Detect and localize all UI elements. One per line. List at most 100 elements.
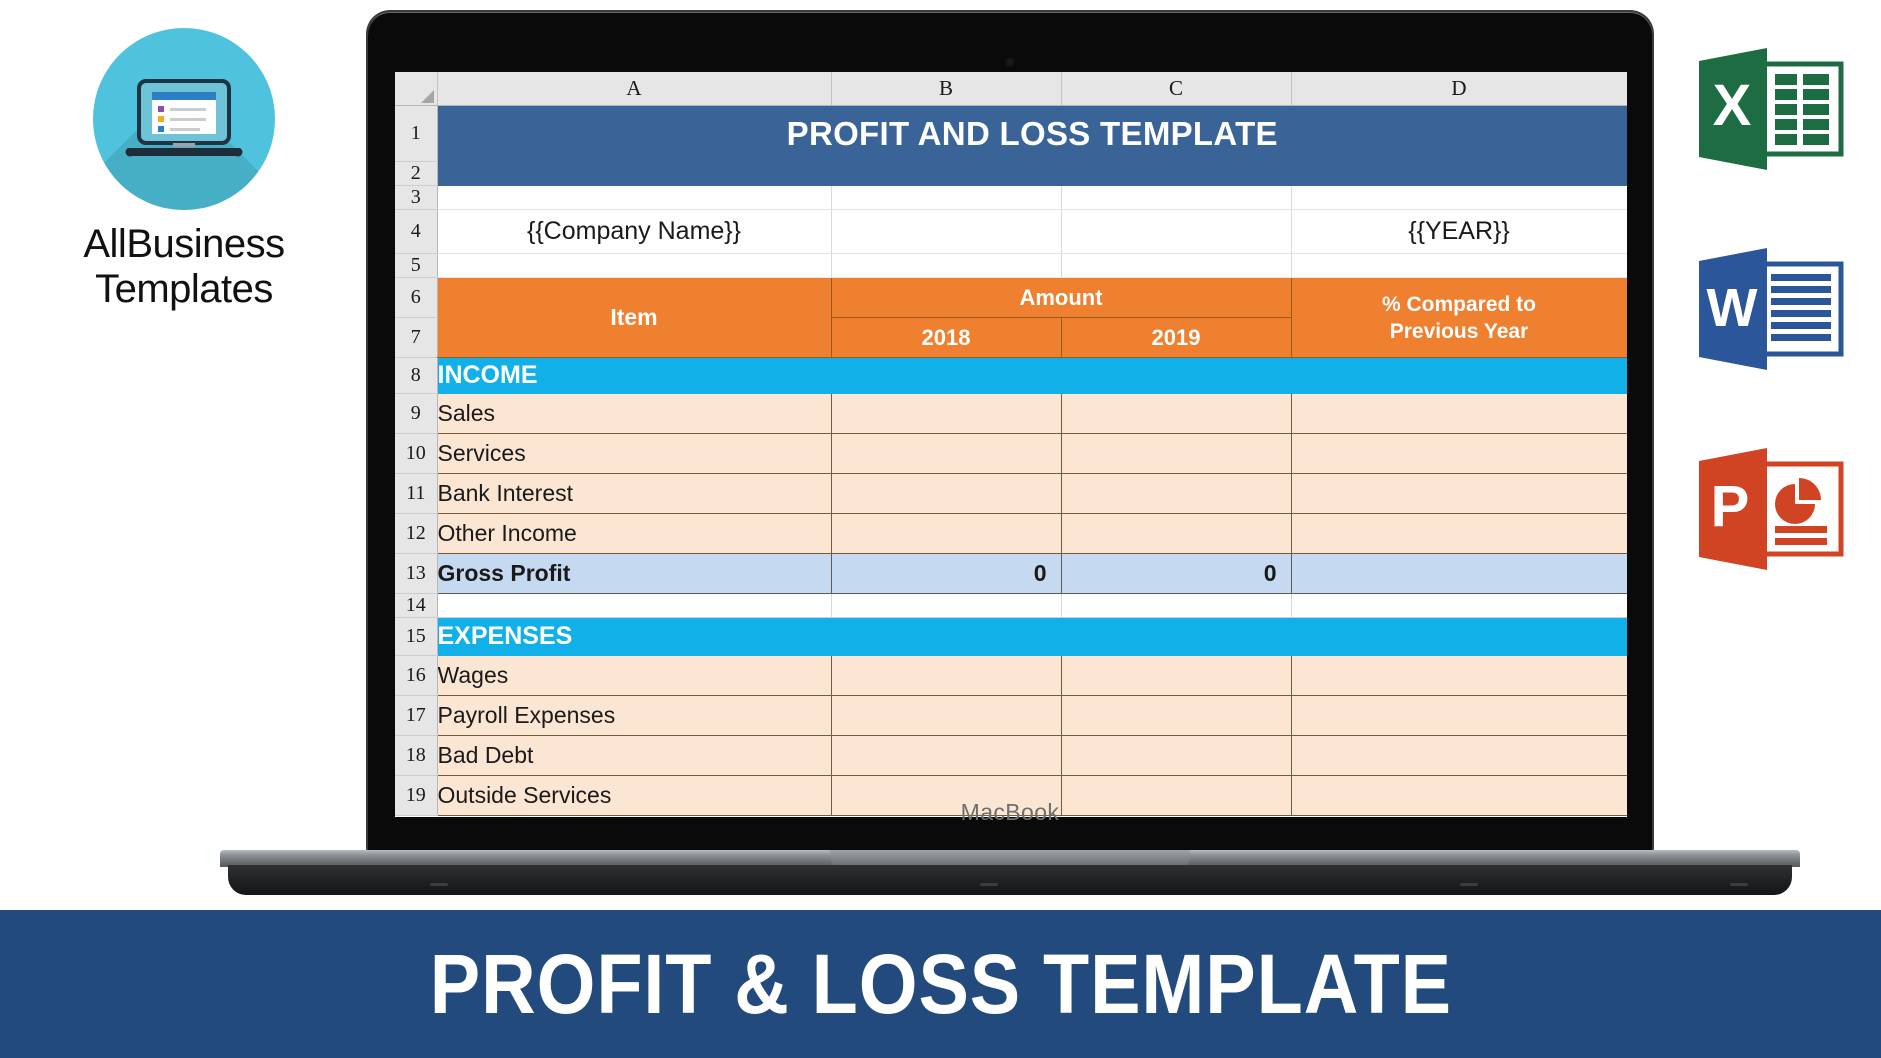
cell-item-bad-debt[interactable]: Bad Debt bbox=[437, 735, 832, 776]
cell-2018-gross-profit[interactable]: 0 bbox=[831, 553, 1062, 594]
cell-a3[interactable] bbox=[437, 185, 832, 210]
cell-d14[interactable] bbox=[1291, 593, 1627, 618]
cell-pct-sales[interactable] bbox=[1291, 393, 1627, 434]
spreadsheet-viewport[interactable]: A B C D 1 PROFIT AND LOSS TEMPLATE 2 3 4… bbox=[395, 72, 1627, 817]
cell-2019-bank-interest[interactable] bbox=[1061, 473, 1292, 514]
cell-pct-gross-profit[interactable] bbox=[1291, 553, 1627, 594]
row-header-3[interactable]: 3 bbox=[395, 185, 438, 210]
cell-2019-services[interactable] bbox=[1061, 433, 1292, 474]
cell-pct-wages[interactable] bbox=[1291, 655, 1627, 696]
table-row: 18 Bad Debt bbox=[395, 735, 1627, 776]
brand-block: AllBusiness Templates bbox=[44, 28, 324, 312]
cell-item-payroll-expenses[interactable]: Payroll Expenses bbox=[437, 695, 832, 736]
row-header-4[interactable]: 4 bbox=[395, 209, 438, 254]
cell-c5[interactable] bbox=[1061, 253, 1292, 278]
cell-pct-payroll-expenses[interactable] bbox=[1291, 695, 1627, 736]
row-header-13[interactable]: 13 bbox=[395, 553, 438, 594]
table-row: 5 bbox=[395, 253, 1627, 278]
row-header-18[interactable]: 18 bbox=[395, 735, 438, 776]
table-row: 12 Other Income bbox=[395, 513, 1627, 554]
cell-2019-gross-profit[interactable]: 0 bbox=[1061, 553, 1292, 594]
allbusiness-logo bbox=[93, 28, 275, 210]
select-all-corner[interactable] bbox=[395, 72, 438, 106]
macbook-model-label: MacBook bbox=[960, 799, 1060, 825]
cell-pct-other-income[interactable] bbox=[1291, 513, 1627, 554]
cell-b5[interactable] bbox=[831, 253, 1062, 278]
cell-pct-services[interactable] bbox=[1291, 433, 1627, 474]
cell-item-other-income[interactable]: Other Income bbox=[437, 513, 832, 554]
header-year-2019: 2019 bbox=[1061, 317, 1292, 358]
table-row: 1 PROFIT AND LOSS TEMPLATE bbox=[395, 105, 1627, 162]
cell-2019-other-income[interactable] bbox=[1061, 513, 1292, 554]
cell-2018-other-income[interactable] bbox=[831, 513, 1062, 554]
cell-item-gross-profit[interactable]: Gross Profit bbox=[437, 553, 832, 594]
table-row: 2 bbox=[395, 161, 1627, 186]
cell-d3[interactable] bbox=[1291, 185, 1627, 210]
header-percent-line2: Previous Year bbox=[1389, 319, 1529, 343]
section-header-row: 8 INCOME bbox=[395, 357, 1627, 394]
cell-item-sales[interactable]: Sales bbox=[437, 393, 832, 434]
row-header-1[interactable]: 1 bbox=[395, 105, 438, 162]
company-name-cell[interactable]: {{Company Name}} bbox=[437, 209, 832, 254]
excel-icon[interactable]: X bbox=[1699, 48, 1849, 170]
header-percent-line1: % Compared to bbox=[1381, 292, 1536, 316]
cell-b3[interactable] bbox=[831, 185, 1062, 210]
cell-2019-sales[interactable] bbox=[1061, 393, 1292, 434]
row-header-9[interactable]: 9 bbox=[395, 393, 438, 434]
table-row: 3 bbox=[395, 185, 1627, 210]
header-percent-compared: % Compared to Previous Year bbox=[1291, 277, 1627, 358]
cell-2018-bad-debt[interactable] bbox=[831, 735, 1062, 776]
row-header-11[interactable]: 11 bbox=[395, 473, 438, 514]
row-header-10[interactable]: 10 bbox=[395, 433, 438, 474]
row-header-6[interactable]: 6 bbox=[395, 277, 438, 318]
cell-pct-bank-interest[interactable] bbox=[1291, 473, 1627, 514]
cell-b4[interactable] bbox=[831, 209, 1062, 254]
table-row: 14 bbox=[395, 593, 1627, 618]
laptop-screen-bezel: A B C D 1 PROFIT AND LOSS TEMPLATE 2 3 4… bbox=[368, 12, 1652, 854]
cell-2019-wages[interactable] bbox=[1061, 655, 1292, 696]
cell-2018-wages[interactable] bbox=[831, 655, 1062, 696]
cell-c14[interactable] bbox=[1061, 593, 1292, 618]
cell-b14[interactable] bbox=[831, 593, 1062, 618]
row-header-14[interactable]: 14 bbox=[395, 593, 438, 618]
cell-pct-bad-debt[interactable] bbox=[1291, 735, 1627, 776]
row-header-2[interactable]: 2 bbox=[395, 161, 438, 186]
cell-2018-sales[interactable] bbox=[831, 393, 1062, 434]
cell-2019-payroll-expenses[interactable] bbox=[1061, 695, 1292, 736]
column-header-d[interactable]: D bbox=[1291, 72, 1627, 106]
row-header-7[interactable]: 7 bbox=[395, 317, 438, 358]
word-icon[interactable]: W bbox=[1699, 248, 1849, 370]
cell-item-bank-interest[interactable]: Bank Interest bbox=[437, 473, 832, 514]
cell-c4[interactable] bbox=[1061, 209, 1292, 254]
spreadsheet-grid[interactable]: A B C D 1 PROFIT AND LOSS TEMPLATE 2 3 4… bbox=[395, 72, 1627, 816]
row-header-17[interactable]: 17 bbox=[395, 695, 438, 736]
cell-item-wages[interactable]: Wages bbox=[437, 655, 832, 696]
row-header-8[interactable]: 8 bbox=[395, 357, 438, 394]
cell-a14[interactable] bbox=[437, 593, 832, 618]
column-header-b[interactable]: B bbox=[831, 72, 1062, 106]
cell-item-services[interactable]: Services bbox=[437, 433, 832, 474]
webcam-icon bbox=[1006, 58, 1014, 66]
section-income: INCOME bbox=[437, 357, 1627, 394]
banner-title: PROFIT & LOSS TEMPLATE bbox=[429, 936, 1452, 1031]
cell-a5[interactable] bbox=[437, 253, 832, 278]
cell-2018-bank-interest[interactable] bbox=[831, 473, 1062, 514]
row-header-12[interactable]: 12 bbox=[395, 513, 438, 554]
year-cell[interactable]: {{YEAR}} bbox=[1291, 209, 1627, 254]
cell-2018-payroll-expenses[interactable] bbox=[831, 695, 1062, 736]
header-item: Item bbox=[437, 277, 832, 358]
brand-name: AllBusiness Templates bbox=[44, 222, 324, 312]
macbook-mockup: A B C D 1 PROFIT AND LOSS TEMPLATE 2 3 4… bbox=[220, 12, 1800, 895]
cell-2019-bad-debt[interactable] bbox=[1061, 735, 1292, 776]
column-header-a[interactable]: A bbox=[437, 72, 832, 106]
row-header-16[interactable]: 16 bbox=[395, 655, 438, 696]
column-header-c[interactable]: C bbox=[1061, 72, 1292, 106]
cell-c3[interactable] bbox=[1061, 185, 1292, 210]
row-header-5[interactable]: 5 bbox=[395, 253, 438, 278]
table-row: 4 {{Company Name}} {{YEAR}} bbox=[395, 209, 1627, 254]
cell-2018-services[interactable] bbox=[831, 433, 1062, 474]
row-header-15[interactable]: 15 bbox=[395, 617, 438, 656]
cell-d5[interactable] bbox=[1291, 253, 1627, 278]
powerpoint-icon[interactable]: P bbox=[1699, 448, 1849, 570]
laptop-foot bbox=[1460, 883, 1478, 886]
